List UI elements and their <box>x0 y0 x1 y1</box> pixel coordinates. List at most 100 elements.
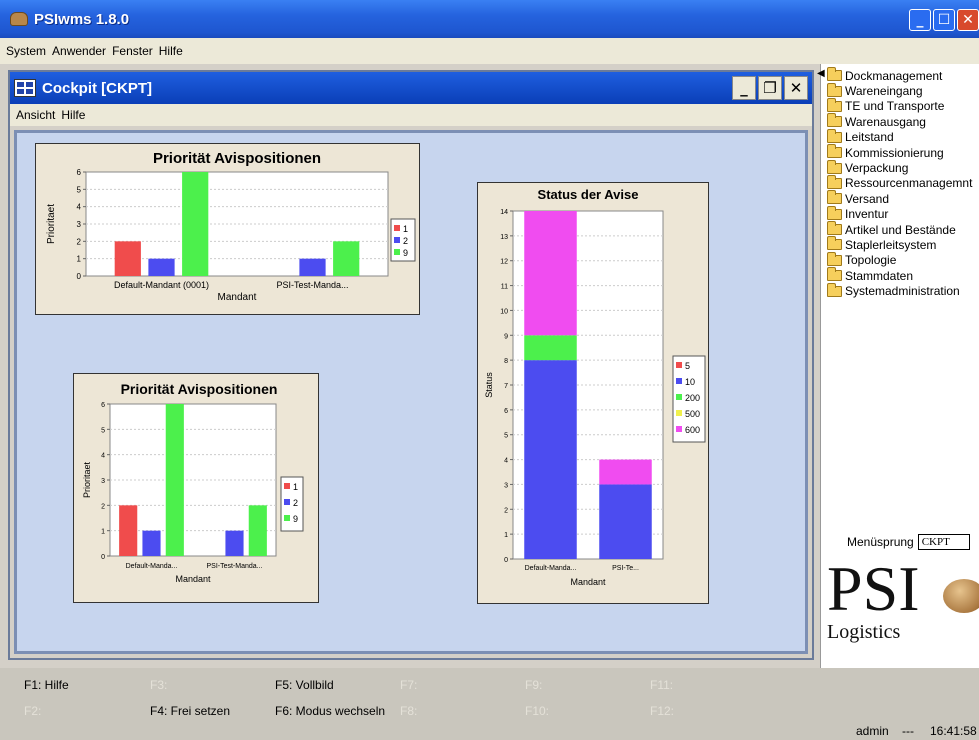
menu-ansicht[interactable]: Ansicht <box>16 108 55 122</box>
minimize-button[interactable]: _ <box>909 9 931 31</box>
cockpit-restore-button[interactable]: ❐ <box>758 76 782 100</box>
fkey-f1[interactable]: F1: Hilfe <box>24 678 69 692</box>
chart-title: Status der Avise <box>538 187 639 202</box>
bar <box>165 404 184 556</box>
tree-item[interactable]: Kommissionierung <box>827 144 979 160</box>
bar <box>248 505 267 556</box>
tree-item[interactable]: TE und Transporte <box>827 97 979 114</box>
tree-item-label: Versand <box>845 191 890 206</box>
chart-svg: Priorität Avispositionen 0 1 2 3 4 5 6 Default-M… <box>46 150 416 303</box>
fkey-f9[interactable]: F9: <box>525 678 542 692</box>
y-axis-label: Prioritaet <box>46 204 57 244</box>
legend-swatch <box>284 515 290 521</box>
tree-item[interactable]: Leitstand <box>827 128 979 145</box>
folder-icon <box>827 113 842 128</box>
menu-cockpit-hilfe[interactable]: Hilfe <box>61 108 85 122</box>
tree-item[interactable]: Versand <box>827 190 979 206</box>
x-axis-label: Mandant <box>175 574 211 584</box>
y-tick-label: 14 <box>500 209 508 216</box>
fkey-f4[interactable]: F4: Frei setzen <box>150 704 230 718</box>
chart-panel-status-avise[interactable]: Status der Avise 0 1 2 3 4 5 6 7 8 9 10 11 12 13 14 Defa… <box>477 182 709 604</box>
cockpit-minimize-button[interactable]: _ <box>732 76 756 100</box>
cockpit-close-button[interactable]: ✕ <box>784 76 808 100</box>
menu-anwender[interactable]: Anwender <box>52 44 106 58</box>
tree-item[interactable]: Stammdaten <box>827 267 979 283</box>
folder-icon <box>827 67 842 82</box>
menu-hilfe[interactable]: Hilfe <box>159 44 183 58</box>
fkey-f3[interactable]: F3: <box>150 678 167 692</box>
folder-icon <box>827 236 842 251</box>
y-tick-label: 0 <box>504 557 508 564</box>
status-separator: --- <box>902 724 914 738</box>
legend-swatch <box>284 499 290 505</box>
tree-item[interactable]: Inventur <box>827 205 979 222</box>
fkey-f11[interactable]: F11: <box>650 678 673 692</box>
menu-fenster[interactable]: Fenster <box>112 44 153 58</box>
y-tick-label: 2 <box>101 503 105 510</box>
legend-swatch <box>676 426 682 432</box>
x-category-label: PSI-Test-Manda... <box>276 280 348 290</box>
fkey-f12[interactable]: F12: <box>650 704 674 718</box>
chart-svg: Status der Avise01234567891011121314Defa… <box>484 187 706 587</box>
menusprung-input[interactable] <box>917 534 970 550</box>
y-axis-label: Prioritaet <box>82 461 92 498</box>
legend-swatch <box>394 225 400 231</box>
menu-system[interactable]: System <box>6 44 46 58</box>
app-title-bar[interactable]: PSIwms 1.8.0 _ ☐ ✕ <box>0 0 979 38</box>
y-tick-label: 3 <box>504 482 508 489</box>
bar <box>299 258 326 276</box>
fkey-f7[interactable]: F7: <box>400 678 417 692</box>
tree-item[interactable]: Ressourcenmanagemnt <box>827 174 979 191</box>
y-tick-label: 11 <box>501 284 508 291</box>
tree-item[interactable]: Verpackung <box>827 159 979 175</box>
cockpit-canvas: Priorität Avispositionen 0 1 2 3 4 5 6 Default-M… <box>14 130 808 654</box>
fkey-f8[interactable]: F8: <box>400 704 417 718</box>
close-button[interactable]: ✕ <box>957 9 979 31</box>
folder-icon <box>827 282 842 297</box>
folder-icon <box>827 144 842 159</box>
chart-panel-prioritaet-2[interactable]: Priorität Avispositionen 0 1 2 3 4 5 6 Default-M… <box>73 373 319 603</box>
fkey-f5[interactable]: F5: Vollbild <box>275 678 334 692</box>
fkey-f6[interactable]: F6: Modus wechseln <box>275 704 385 718</box>
y-tick-label: 5 <box>77 185 82 194</box>
menusprung-group: Menüsprung <box>847 534 970 550</box>
y-axis-label: Status <box>484 372 494 398</box>
fkey-f2[interactable]: F2: <box>24 704 41 718</box>
tree-item-label: Leitstand <box>845 130 894 145</box>
bar <box>114 241 141 276</box>
tree-item[interactable]: Topologie <box>827 251 979 268</box>
chart-panel-prioritaet-1[interactable]: Priorität Avispositionen 0 1 2 3 4 5 6 Default-M… <box>35 143 420 315</box>
tree-item-label: Staplerleitsystem <box>845 237 937 252</box>
folder-icon <box>827 205 842 220</box>
cockpit-title: Cockpit [CKPT] <box>42 79 152 97</box>
tree-item[interactable]: Warenausgang <box>827 113 979 129</box>
tree-item[interactable]: Dockmanagement <box>827 67 979 83</box>
tree-item-label: Wareneingang <box>845 84 923 99</box>
y-tick-label: 7 <box>504 383 508 390</box>
cockpit-title-bar[interactable]: Cockpit [CKPT] _ ❐ ✕ <box>10 72 812 104</box>
status-bar: admin --- 16:41:58 <box>0 723 979 740</box>
tree-item[interactable]: Staplerleitsystem <box>827 236 979 252</box>
chart-svg: Priorität Avispositionen 0 1 2 3 4 5 6 Default-M… <box>82 381 304 584</box>
app-icon <box>10 12 28 26</box>
legend-swatch <box>284 483 290 489</box>
y-tick-label: 0 <box>77 272 82 281</box>
tree-item[interactable]: Artikel und Bestände <box>827 221 979 237</box>
collapse-arrow-icon[interactable]: ◀ <box>817 68 825 79</box>
bar <box>119 505 138 556</box>
bar-segment <box>599 484 652 559</box>
legend-swatch <box>676 362 682 368</box>
fkey-f10[interactable]: F10: <box>525 704 549 718</box>
tree-item[interactable]: Systemadministration <box>827 282 979 298</box>
navigation-tree: Dockmanagement Wareneingang TE und Transpo… <box>821 64 979 299</box>
tree-item-label: Dockmanagement <box>845 68 943 83</box>
x-category-label: Default-Mandant (0001) <box>114 280 209 290</box>
folder-icon <box>827 174 842 189</box>
maximize-button[interactable]: ☐ <box>933 9 955 31</box>
logo-text: PSI <box>827 553 920 624</box>
bar <box>225 530 244 556</box>
y-tick-label: 4 <box>77 203 82 212</box>
folder-icon <box>827 159 842 174</box>
tree-item[interactable]: Wareneingang <box>827 82 979 99</box>
status-user: admin <box>856 724 889 738</box>
